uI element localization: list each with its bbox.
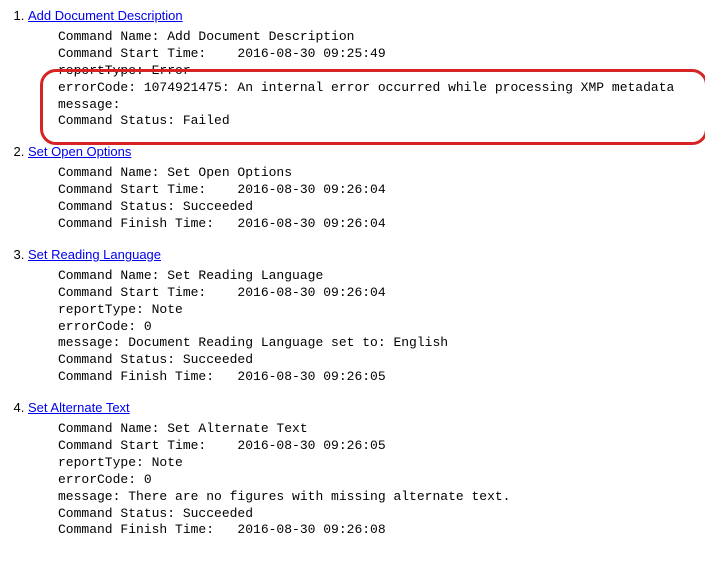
log-line: errorCode: 0 <box>58 319 152 334</box>
log-line: reportType: Note <box>58 302 183 317</box>
log-line: message: There are no figures with missi… <box>58 489 510 504</box>
log-line: Command Status: Succeeded <box>58 506 253 521</box>
log-line: Command Name: Set Alternate Text <box>58 421 308 436</box>
log-line: Command Status: Succeeded <box>58 352 253 367</box>
log-line: Command Finish Time: 2016-08-30 09:26:04 <box>58 216 386 231</box>
log-line: message: <box>58 97 120 112</box>
command-details-1: Command Name: Add Document Description C… <box>58 29 701 130</box>
log-line: Command Status: Succeeded <box>58 199 253 214</box>
log-line: Command Start Time: 2016-08-30 09:26:05 <box>58 438 386 453</box>
log-line: Command Finish Time: 2016-08-30 09:26:05 <box>58 369 386 384</box>
log-line: Command Finish Time: 2016-08-30 09:26:08 <box>58 522 386 537</box>
command-item-1: Add Document Description Command Name: A… <box>28 8 701 130</box>
log-line: Command Name: Set Reading Language <box>58 268 323 283</box>
log-line: Command Status: Failed <box>58 113 230 128</box>
log-line: reportType: Note <box>58 455 183 470</box>
section-link-set-reading-language[interactable]: Set Reading Language <box>28 247 161 262</box>
log-container: Add Document Description Command Name: A… <box>4 8 701 539</box>
log-line: message: Document Reading Language set t… <box>58 335 448 350</box>
command-item-4: Set Alternate Text Command Name: Set Alt… <box>28 400 701 539</box>
log-line: errorCode: 1074921475: An internal error… <box>58 80 674 95</box>
command-details-3: Command Name: Set Reading Language Comma… <box>58 268 701 386</box>
command-list: Add Document Description Command Name: A… <box>4 8 701 539</box>
log-line: Command Start Time: 2016-08-30 09:26:04 <box>58 182 386 197</box>
command-item-3: Set Reading Language Command Name: Set R… <box>28 247 701 386</box>
command-details-2: Command Name: Set Open Options Command S… <box>58 165 701 233</box>
log-line: Command Name: Add Document Description <box>58 29 354 44</box>
log-line: errorCode: 0 <box>58 472 152 487</box>
section-link-add-document-description[interactable]: Add Document Description <box>28 8 183 23</box>
section-link-set-open-options[interactable]: Set Open Options <box>28 144 131 159</box>
command-details-4: Command Name: Set Alternate Text Command… <box>58 421 701 539</box>
section-link-set-alternate-text[interactable]: Set Alternate Text <box>28 400 130 415</box>
command-item-2: Set Open Options Command Name: Set Open … <box>28 144 701 233</box>
log-line: Command Start Time: 2016-08-30 09:26:04 <box>58 285 386 300</box>
log-line: Command Start Time: 2016-08-30 09:25:49 <box>58 46 386 61</box>
log-line: reportType: Error <box>58 63 191 78</box>
log-line: Command Name: Set Open Options <box>58 165 292 180</box>
